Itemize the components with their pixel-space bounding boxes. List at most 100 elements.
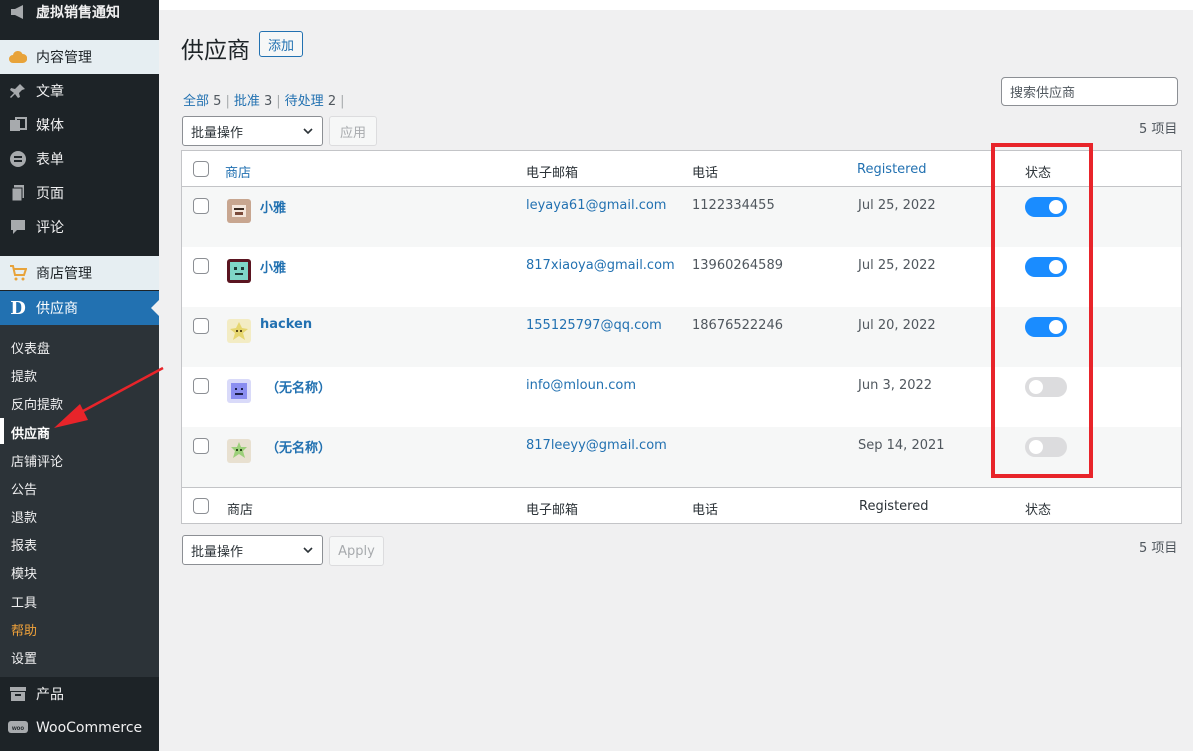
- filter-pending-count: 2: [327, 94, 337, 109]
- bulk-actions-select-bottom[interactable]: 批量操作: [182, 535, 323, 565]
- filter-all[interactable]: 全部 5: [183, 94, 221, 109]
- row-checkbox[interactable]: [193, 198, 209, 214]
- bulk-actions-label: 批量操作: [191, 125, 244, 141]
- filter-pending[interactable]: 待处理 2: [285, 94, 336, 109]
- store-name-link[interactable]: （无名称）: [266, 437, 331, 456]
- sidebar-item-label: 页面: [36, 186, 64, 202]
- sidebar-item-vendors[interactable]: D 供应商: [0, 291, 159, 325]
- select-all-checkbox[interactable]: [193, 161, 209, 177]
- sidebar-item-label: WooCommerce: [36, 720, 143, 736]
- filter-pending-label: 待处理: [284, 94, 324, 109]
- vendor-email[interactable]: 817leeyy@gmail.com: [526, 438, 667, 453]
- vendor-phone: 18676522246: [692, 318, 783, 333]
- comment-icon: [8, 217, 28, 237]
- submenu-tools[interactable]: 工具: [11, 592, 37, 611]
- sidebar-item-media[interactable]: 媒体: [0, 108, 159, 142]
- sidebar-item-label: 内容管理: [36, 50, 92, 66]
- row-checkbox[interactable]: [193, 258, 209, 274]
- sidebar-item-content[interactable]: 内容管理: [0, 40, 159, 74]
- row-checkbox[interactable]: [193, 378, 209, 394]
- chevron-down-icon: [302, 544, 314, 560]
- sidebar-item-comments[interactable]: 评论: [0, 210, 159, 244]
- submenu-vendors[interactable]: 供应商: [11, 423, 50, 442]
- filter-all-count: 5: [213, 94, 222, 109]
- vendor-registered: Jul 20, 2022: [858, 318, 936, 333]
- page-title: 供应商: [181, 38, 250, 64]
- bulk-actions-label: 批量操作: [191, 544, 244, 560]
- archive-icon: [8, 684, 28, 704]
- sidebar-item-forms[interactable]: 表单: [0, 142, 159, 176]
- search-placeholder: 搜索供应商: [1010, 86, 1076, 101]
- vendor-email[interactable]: 155125797@qq.com: [526, 318, 662, 333]
- page-icon: [8, 183, 28, 203]
- filter-approved[interactable]: 批准 3: [234, 94, 272, 109]
- column-email: 电子邮箱: [526, 166, 579, 181]
- vendor-phone: 13960264589: [692, 258, 783, 273]
- vendor-email[interactable]: 817xiaoya@gmail.com: [526, 258, 675, 273]
- sidebar-item-label: 评论: [36, 220, 64, 236]
- megaphone-icon: [8, 2, 28, 22]
- current-indicator: [0, 418, 4, 444]
- submenu-dashboard[interactable]: 仪表盘: [11, 338, 50, 357]
- vendor-registered: Jul 25, 2022: [858, 198, 936, 213]
- submenu-modules[interactable]: 模块: [11, 563, 37, 582]
- row-checkbox[interactable]: [193, 438, 209, 454]
- vendor-registered: Sep 14, 2021: [858, 438, 945, 453]
- sidebar-item-label: 表单: [36, 152, 64, 168]
- column-registered[interactable]: Registered: [857, 162, 927, 177]
- store-name-link[interactable]: hacken: [260, 317, 312, 332]
- avatar: [227, 319, 251, 343]
- select-all-checkbox-footer[interactable]: [193, 498, 209, 514]
- column-registered-footer: Registered: [859, 499, 929, 514]
- submenu-announcements[interactable]: 公告: [11, 479, 37, 498]
- vendor-email[interactable]: leyaya61@gmail.com: [526, 198, 666, 213]
- sidebar-item-virtual-sales[interactable]: 虚拟销售通知: [0, 0, 159, 29]
- vendor-email[interactable]: info@mloun.com: [526, 378, 636, 393]
- sidebar-item-products[interactable]: 产品: [0, 677, 159, 711]
- submenu-refunds[interactable]: 退款: [11, 507, 37, 526]
- svg-text:woo: woo: [11, 726, 24, 732]
- vendor-registered: Jun 3, 2022: [858, 378, 933, 393]
- submenu-settings[interactable]: 设置: [11, 648, 37, 667]
- form-icon: [8, 149, 28, 169]
- items-count-bottom: 5 项目: [1139, 541, 1178, 556]
- column-phone: 电话: [692, 166, 719, 181]
- separator: |: [225, 94, 230, 109]
- sidebar-item-posts[interactable]: 文章: [0, 74, 159, 108]
- search-input[interactable]: 搜索供应商: [1001, 77, 1178, 106]
- column-store-footer: 商店: [227, 503, 254, 518]
- pin-icon: [8, 81, 28, 101]
- dokan-icon: D: [10, 297, 26, 319]
- status-filters: 全部 5 | 批准 3 | 待处理 2 |: [183, 90, 348, 109]
- sidebar-item-pages[interactable]: 页面: [0, 176, 159, 210]
- separator: |: [276, 94, 281, 109]
- add-vendor-button[interactable]: 添加: [259, 31, 303, 57]
- submenu-reverse-withdraw[interactable]: 反向提款: [11, 394, 63, 413]
- apply-button-bottom[interactable]: Apply: [329, 536, 384, 566]
- column-phone-footer: 电话: [692, 503, 719, 518]
- submenu-help[interactable]: 帮助: [11, 620, 37, 639]
- sidebar-item-label: 产品: [36, 687, 64, 703]
- sidebar-item-woocommerce[interactable]: woo WooCommerce: [0, 711, 159, 745]
- sidebar-item-label: 文章: [36, 84, 64, 100]
- submenu-reports[interactable]: 报表: [11, 535, 37, 554]
- sidebar-item-label: 媒体: [36, 118, 64, 134]
- submenu-store-reviews[interactable]: 店铺评论: [11, 451, 63, 470]
- woo-icon: woo: [8, 718, 28, 738]
- column-email-footer: 电子邮箱: [526, 503, 579, 518]
- cart-icon: [8, 263, 28, 283]
- column-status-footer: 状态: [1025, 503, 1052, 518]
- sidebar-item-shop[interactable]: 商店管理: [0, 256, 159, 290]
- chevron-down-icon: [302, 125, 314, 141]
- store-name-link[interactable]: 小雅: [260, 257, 286, 276]
- submenu-withdraw[interactable]: 提款: [11, 366, 37, 385]
- bulk-actions-select-top[interactable]: 批量操作: [182, 116, 323, 146]
- store-name-link[interactable]: （无名称）: [266, 377, 331, 396]
- filter-approved-label: 批准: [233, 94, 260, 109]
- store-name-link[interactable]: 小雅: [260, 197, 286, 216]
- apply-button-top[interactable]: 应用: [329, 116, 377, 146]
- sidebar-item-label: 商店管理: [36, 266, 92, 282]
- filter-all-label: 全部: [183, 94, 210, 109]
- row-checkbox[interactable]: [193, 318, 209, 334]
- column-store[interactable]: 商店: [225, 162, 251, 181]
